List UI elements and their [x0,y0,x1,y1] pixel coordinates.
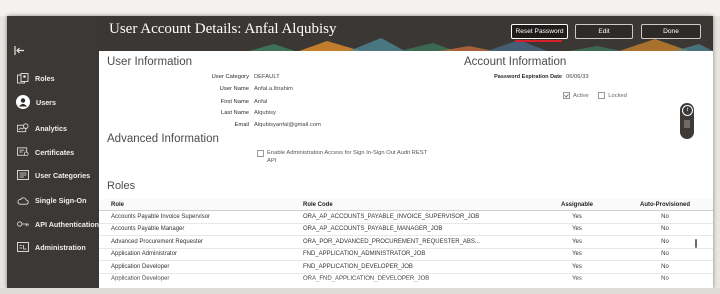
column-header-role-code[interactable]: Role Code [303,199,537,211]
email-label: Email [234,122,250,128]
assignable-cell: Yes [537,235,617,249]
apps-grid-icon [684,120,690,128]
column-header-role[interactable]: Role [99,199,303,211]
highlight-underline [515,40,562,42]
assignable-cell: Yes [537,223,617,236]
sidebar-item-api-authentication[interactable]: API Authentication [7,214,99,234]
sidebar-item-single-sign-on[interactable]: Single Sign-On [7,190,99,210]
user-categories-icon [17,169,29,181]
role-cell: Advanced Procurement Requester [99,235,303,249]
locked-label: Locked [608,92,627,99]
certificate-icon [17,146,29,158]
auto-provisioned-cell: No [617,235,713,249]
role-code-cell: ORA_AP_ACCOUNTS_PAYABLE_MANAGER_JOB [303,223,537,236]
done-button[interactable]: Done [641,24,701,39]
table-row[interactable]: Application Developer FND_APPLICATION_DE… [99,260,713,274]
auto-provisioned-cell: No [617,248,713,261]
role-code-cell: FND_APPLICATION_DEVELOPER_JOB [303,260,537,274]
role-cell: Accounts Payable Invoice Supervisor [99,210,303,224]
role-code-cell: ORA_AP_ACCOUNTS_PAYABLE_INVOICE_SUPERVIS… [303,210,537,224]
roles-heading: Roles [107,180,136,192]
administration-icon [17,241,29,253]
sidebar-item-administration[interactable]: Administration [7,237,99,257]
first-name-value: Anfal [254,99,268,105]
user-icon [16,95,30,109]
sidebar-item-label: Users [36,97,56,107]
sidebar-item-label: Administration [35,242,86,252]
page-header: User Account Details: Anfal Alqubisy Res… [99,16,713,51]
column-header-assignable[interactable]: Assignable [537,199,617,211]
locked-checkbox[interactable] [598,92,606,100]
page-title: User Account Details: Anfal Alqubisy [109,21,337,37]
assignable-cell: Yes [537,210,617,224]
sidebar-item-label: User Categories [35,170,91,180]
column-header-auto-provisioned[interactable]: Auto-Provisioned [617,199,713,211]
auto-provisioned-cell: No [617,223,713,236]
reset-password-button[interactable]: Reset Password [511,24,568,39]
role-cell: Accounts Payable Manager [99,223,303,236]
user-name-label: User Name [219,86,249,92]
help-launcher-button[interactable]: i [680,103,694,139]
edit-button[interactable]: Edit [575,24,633,39]
cloud-icon [17,194,29,206]
sidebar-item-user-categories[interactable]: User Categories [7,165,99,185]
advanced-information-heading: Advanced Information [107,133,219,145]
sidebar-item-label: Single Sign-On [35,195,87,205]
role-cell: Application Administrator [99,248,303,261]
sidebar-item-users[interactable]: Users [7,92,99,112]
active-label: Active [573,92,589,99]
table-fade-overlay [99,277,713,288]
main-content: User Information User Category DEFAULT U… [99,51,713,288]
table-row[interactable]: Accounts Payable Manager ORA_AP_ACCOUNTS… [99,223,713,236]
background-strip [0,0,720,16]
account-status: Active Locked [563,87,627,105]
roles-table: Role Role Code Assignable Auto-Provision… [99,199,713,286]
app-window: Roles Users Analytics Certificates User [7,16,713,288]
role-code-cell: ORA_POR_ADVANCED_PROCUREMENT_REQUESTER_A… [303,235,537,249]
password-expiration-label: Password Expiration Date [494,74,562,80]
roles-icon [17,72,29,84]
sidebar-item-roles[interactable]: Roles [7,68,99,88]
sidebar-item-analytics[interactable]: Analytics [7,118,99,138]
first-name-label: First Name [220,99,249,105]
analytics-icon [17,122,29,134]
assignable-cell: Yes [537,260,617,274]
collapse-sidebar-icon[interactable] [14,46,25,58]
user-category-label: User Category [211,74,249,80]
password-expiration-value: 06/06/33 [566,74,589,80]
table-row[interactable]: Advanced Procurement Requester ORA_POR_A… [99,235,713,249]
last-name-value: Alqubisy [254,110,276,116]
user-information-heading: User Information [107,56,193,68]
sidebar-item-label: API Authentication [35,219,100,229]
audit-access-label-line1: Enable Administration Access for Sign In… [267,150,428,156]
last-name-label: Last Name [220,110,249,116]
table-row[interactable]: Accounts Payable Invoice Supervisor ORA_… [99,210,713,224]
sidebar-item-label: Certificates [35,147,75,157]
assignable-cell: Yes [537,248,617,261]
key-icon [17,218,29,230]
sidebar-item-certificates[interactable]: Certificates [7,142,99,162]
table-scrollbar[interactable] [695,239,697,248]
email-value: Alqubisyanfal@gmail.com [254,122,321,128]
table-header-row: Role Role Code Assignable Auto-Provision… [99,199,713,211]
sidebar: Roles Users Analytics Certificates User [7,16,99,288]
table-row[interactable]: Application Administrator FND_APPLICATIO… [99,248,713,261]
sidebar-item-label: Analytics [35,123,67,133]
audit-access-label-line2: API [267,158,277,164]
user-name-value: Anfal.a.Ibrahim [254,86,293,92]
role-cell: Application Developer [99,260,303,274]
auto-provisioned-cell: No [617,210,713,224]
role-code-cell: FND_APPLICATION_ADMINISTRATOR_JOB [303,248,537,261]
audit-access-checkbox[interactable] [257,150,264,157]
active-checkbox[interactable] [563,92,570,100]
background-strip-bottom [0,288,720,294]
auto-provisioned-cell: No [617,260,713,274]
audit-access-label: Enable Administration Access for Sign In… [267,149,427,165]
info-icon: i [682,105,693,116]
account-information-heading: Account Information [464,56,567,68]
user-category-value: DEFAULT [254,74,280,80]
sidebar-item-label: Roles [35,73,55,83]
